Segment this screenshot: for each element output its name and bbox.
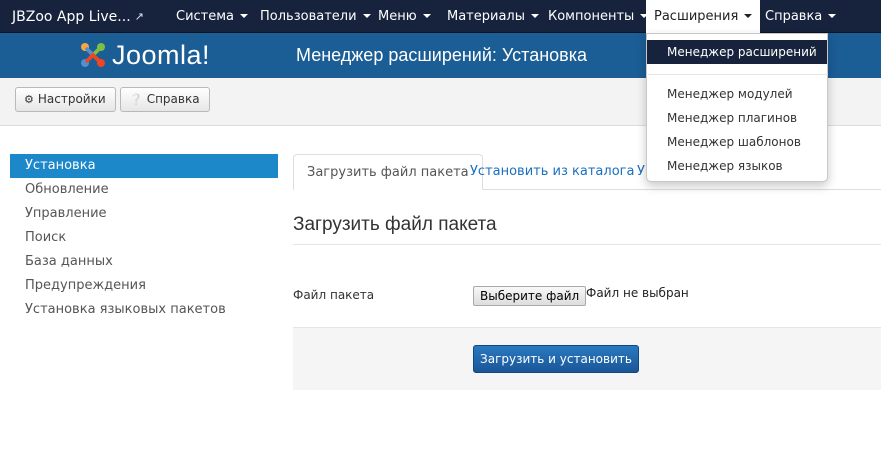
sidebar: Установка Обновление Управление Поиск Ба… — [10, 154, 278, 322]
tab-install-from-web[interactable]: Установить из каталога — [457, 154, 647, 190]
nav-menu-system-label: Система — [176, 9, 235, 24]
nav-menu-menus[interactable]: Меню — [370, 0, 439, 33]
nav-menu-help-label: Справка — [765, 9, 823, 24]
joomla-logo[interactable]: Joomla! — [78, 38, 210, 72]
page-title: Менеджер расширений: Установка — [296, 45, 587, 65]
dropdown-divider — [648, 74, 828, 75]
dropdown-item-extension-manager[interactable]: Менеджер расширений — [647, 40, 827, 64]
nav-menu-users-label: Пользователи — [260, 9, 357, 24]
nav-menu-extensions-label: Расширения — [654, 9, 739, 24]
file-status-text: Файл не выбран — [586, 286, 689, 300]
help-button[interactable]: ❔ Справка — [120, 87, 210, 112]
package-file-label: Файл пакета — [293, 288, 375, 302]
nav-menu-components-label: Компоненты — [548, 9, 635, 24]
section-divider — [293, 244, 881, 245]
dropdown-item-template-manager[interactable]: Менеджер шаблонов — [647, 130, 827, 154]
nav-menu-users[interactable]: Пользователи — [252, 0, 379, 33]
sidebar-item-update[interactable]: Обновление — [10, 178, 278, 202]
choose-file-button[interactable]: Выберите файл — [473, 286, 587, 306]
gear-icon: ⚙ — [24, 93, 34, 106]
tab-upload-package[interactable]: Загрузить файл пакета — [293, 154, 483, 190]
dropdown-item-module-manager[interactable]: Менеджер модулей — [647, 82, 827, 106]
caret-down-icon — [744, 14, 753, 18]
joomla-logo-icon — [81, 43, 105, 67]
caret-down-icon — [422, 14, 431, 18]
section-title: Загрузить файл пакета — [293, 214, 497, 235]
joomla-logo-text: Joomla! — [112, 39, 211, 70]
help-button-label: Справка — [146, 92, 200, 106]
nav-menu-system[interactable]: Система — [168, 0, 256, 33]
nav-menu-content-label: Материалы — [447, 9, 525, 24]
sidebar-item-languages[interactable]: Установка языковых пакетов — [10, 298, 278, 322]
options-button[interactable]: ⚙ Настройки — [15, 87, 116, 112]
caret-down-icon — [531, 14, 539, 18]
dropdown-item-plugin-manager[interactable]: Менеджер плагинов — [647, 106, 827, 130]
nav-menu-components[interactable]: Компоненты — [540, 0, 656, 33]
extensions-dropdown-menu: Менеджер расширений Менеджер модулей Мен… — [646, 33, 828, 182]
top-navbar: JBZoo App Live... ↗ Система Пользователи … — [0, 0, 881, 33]
sidebar-item-install[interactable]: Установка — [10, 154, 278, 178]
sidebar-item-discover[interactable]: Поиск — [10, 226, 278, 250]
site-brand-label: JBZoo App Live... — [12, 9, 131, 25]
sidebar-item-warnings[interactable]: Предупреждения — [10, 274, 278, 298]
nav-menu-help[interactable]: Справка — [757, 0, 844, 33]
upload-install-button[interactable]: Загрузить и установить — [473, 345, 639, 373]
dropdown-item-language-manager[interactable]: Менеджер языков — [647, 154, 827, 178]
external-link-icon: ↗ — [134, 10, 144, 23]
nav-menu-menus-label: Меню — [378, 9, 417, 24]
nav-menu-content[interactable]: Материалы — [439, 0, 547, 33]
question-circle-icon: ❔ — [129, 93, 143, 106]
site-brand-link[interactable]: JBZoo App Live... ↗ — [12, 0, 144, 33]
sidebar-item-manage[interactable]: Управление — [10, 202, 278, 226]
nav-menu-extensions[interactable]: Расширения — [646, 0, 761, 33]
caret-down-icon — [828, 14, 837, 18]
options-button-label: Настройки — [37, 92, 106, 106]
caret-down-icon — [240, 14, 249, 18]
sidebar-item-database[interactable]: База данных — [10, 250, 278, 274]
